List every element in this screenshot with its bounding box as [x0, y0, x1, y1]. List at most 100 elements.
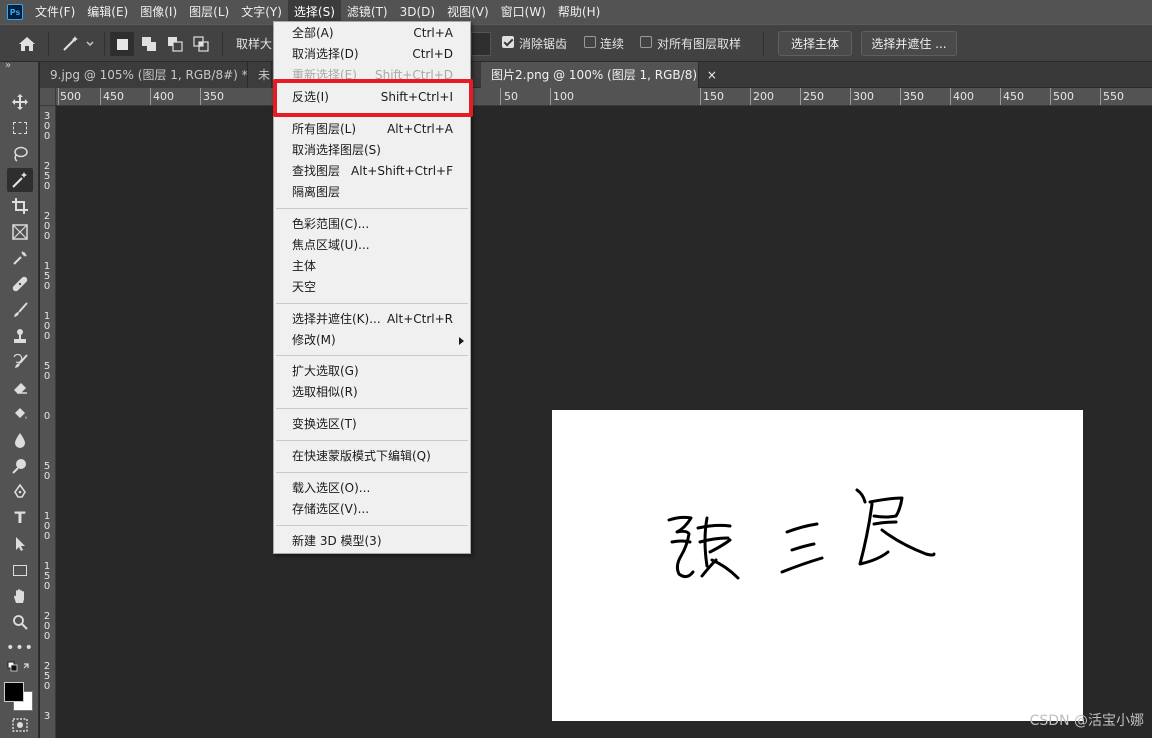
type-tool-icon[interactable]: T — [7, 506, 33, 530]
menu-item-deselect[interactable]: 取消选择(D) Ctrl+D — [274, 44, 470, 65]
frame-tool-icon[interactable] — [7, 220, 33, 244]
document-canvas[interactable] — [552, 410, 1083, 721]
crop-tool-icon[interactable] — [7, 194, 33, 218]
menu-item-all-layers[interactable]: 所有图层(L) Alt+Ctrl+A — [274, 119, 470, 140]
menu-item-subject[interactable]: 主体 — [274, 256, 470, 277]
history-brush-tool-icon[interactable] — [7, 350, 33, 374]
menu-file[interactable]: 文件(F) — [29, 0, 81, 24]
tolerance-input[interactable] — [471, 32, 491, 56]
panel-expand-icon[interactable]: » — [5, 60, 11, 71]
foreground-color-swatch[interactable] — [4, 682, 24, 702]
sample-all-layers-checkbox[interactable] — [640, 36, 652, 48]
ruler-label: 100 — [553, 90, 574, 103]
ruler-corner — [40, 88, 56, 106]
menu-image[interactable]: 图像(I) — [134, 0, 183, 24]
contiguous-checkbox[interactable] — [584, 36, 596, 48]
ruler-label: 1 5 0 — [43, 561, 51, 592]
brush-tool-icon[interactable] — [7, 298, 33, 322]
rectangle-tool-icon[interactable] — [7, 558, 33, 582]
ruler-label: 500 — [1053, 90, 1074, 103]
default-colors-icon[interactable] — [7, 660, 33, 676]
pen-tool-icon[interactable] — [7, 480, 33, 504]
ruler-label: 350 — [903, 90, 924, 103]
signature-image — [667, 488, 936, 580]
more-tools-icon[interactable]: ••• — [6, 636, 33, 660]
home-icon[interactable] — [14, 32, 40, 56]
clone-stamp-tool-icon[interactable] — [7, 324, 33, 348]
eyedropper-tool-icon[interactable] — [7, 246, 33, 270]
menu-item-isolate-layers[interactable]: 隔离图层 — [274, 182, 470, 203]
ruler-label: 250 — [803, 90, 824, 103]
menu-edit[interactable]: 编辑(E) — [81, 0, 134, 24]
menu-item-new-3d-extrusion[interactable]: 新建 3D 模型(3) — [274, 531, 470, 552]
ruler-label: 5 0 — [43, 361, 51, 382]
sample-size-label: 取样大 — [236, 37, 273, 51]
submenu-arrow-icon — [459, 337, 464, 345]
add-to-selection-icon[interactable] — [137, 32, 161, 56]
watermark: CSDN @活宝小娜 — [1029, 713, 1144, 729]
ruler-label: 550 — [1103, 90, 1124, 103]
menu-item-sky[interactable]: 天空 — [274, 277, 470, 298]
lasso-tool-icon[interactable] — [7, 142, 33, 166]
paint-bucket-tool-icon[interactable] — [7, 402, 33, 426]
path-selection-tool-icon[interactable] — [7, 532, 33, 556]
tab-picture2[interactable]: 图片2.png @ 100% (图层 1, RGB/8) × — [481, 62, 717, 88]
ruler-label: 0 — [43, 411, 51, 422]
tab-9jpg[interactable]: 9.jpg @ 105% (图层 1, RGB/8#) * × — [40, 62, 268, 88]
menu-item-select-and-mask[interactable]: 选择并遮住(K)... Alt+Ctrl+R — [274, 309, 470, 330]
anti-alias-checkbox[interactable] — [502, 36, 514, 48]
menu-layer[interactable]: 图层(L) — [183, 0, 235, 24]
move-tool-icon[interactable] — [7, 90, 33, 114]
horizontal-ruler: 500 450 400 350 50 100 150 200 250 300 3… — [56, 88, 1152, 106]
ruler-label: 450 — [1003, 90, 1024, 103]
highlight-annotation — [273, 79, 473, 117]
select-subject-button[interactable]: 选择主体 — [778, 31, 852, 56]
sample-all-layers-label: 对所有图层取样 — [657, 37, 742, 51]
ruler-label: 300 — [853, 90, 874, 103]
menu-item-load-selection[interactable]: 载入选区(O)... — [274, 478, 470, 499]
menu-item-quick-mask[interactable]: 在快速蒙版模式下编辑(Q) — [274, 446, 470, 467]
ruler-label: 1 5 0 — [43, 261, 51, 292]
tab-title: 9.jpg @ 105% (图层 1, RGB/8#) * — [50, 68, 248, 82]
menu-item-modify[interactable]: 修改(M) — [274, 330, 470, 351]
dodge-tool-icon[interactable] — [7, 454, 33, 478]
ruler-label: 50 — [504, 90, 518, 103]
blur-tool-icon[interactable] — [7, 428, 33, 452]
tab-title: 未 — [258, 68, 271, 82]
new-selection-icon[interactable] — [110, 32, 134, 56]
menu-help[interactable]: 帮助(H) — [552, 0, 606, 24]
menu-bar: Ps 文件(F) 编辑(E) 图像(I) 图层(L) 文字(Y) 选择(S) 滤… — [0, 0, 1152, 24]
intersect-selection-icon[interactable] — [189, 32, 213, 56]
tab-untitled[interactable]: 未 — [248, 62, 272, 88]
contiguous-label: 连续 — [600, 37, 625, 51]
menu-item-transform-selection[interactable]: 变换选区(T) — [274, 414, 470, 435]
ruler-label: 400 — [153, 90, 174, 103]
ruler-label: 2 5 0 — [43, 161, 51, 192]
magic-wand-tool-icon[interactable] — [7, 168, 33, 192]
quick-mask-icon[interactable] — [7, 716, 33, 734]
menu-item-focus-area[interactable]: 焦点区域(U)... — [274, 235, 470, 256]
close-icon[interactable]: × — [707, 68, 717, 82]
tools-panel: » T ••• — [0, 60, 39, 738]
menu-item-find-layers[interactable]: 查找图层 Alt+Shift+Ctrl+F — [274, 161, 470, 182]
hand-tool-icon[interactable] — [7, 584, 33, 608]
zoom-tool-icon[interactable] — [7, 610, 33, 634]
ruler-label: 1 0 0 — [43, 511, 51, 542]
menu-item-all[interactable]: 全部(A) Ctrl+A — [274, 23, 470, 44]
menu-window[interactable]: 窗口(W) — [495, 0, 552, 24]
menu-item-grow[interactable]: 扩大选取(G) — [274, 361, 470, 382]
marquee-tool-icon[interactable] — [7, 116, 33, 140]
photoshop-logo-icon: Ps — [7, 4, 23, 20]
select-and-mask-button[interactable]: 选择并遮住 ... — [861, 31, 957, 56]
menu-item-similar[interactable]: 选取相似(R) — [274, 382, 470, 403]
menu-item-deselect-layers[interactable]: 取消选择图层(S) — [274, 140, 470, 161]
subtract-from-selection-icon[interactable] — [163, 32, 187, 56]
menu-item-save-selection[interactable]: 存储选区(V)... — [274, 499, 470, 520]
menu-item-color-range[interactable]: 色彩范围(C)... — [274, 214, 470, 235]
ruler-label: 150 — [703, 90, 724, 103]
tab-title: 图片2.png @ 100% (图层 1, RGB/8) — [491, 68, 698, 82]
eraser-tool-icon[interactable] — [7, 376, 33, 400]
options-bar: 取样大 消除锯齿 连续 对所有图层取样 选择主体 选择并遮住 ... — [0, 24, 1152, 62]
healing-brush-tool-icon[interactable] — [7, 272, 33, 296]
magic-wand-preset-icon[interactable] — [58, 32, 98, 56]
